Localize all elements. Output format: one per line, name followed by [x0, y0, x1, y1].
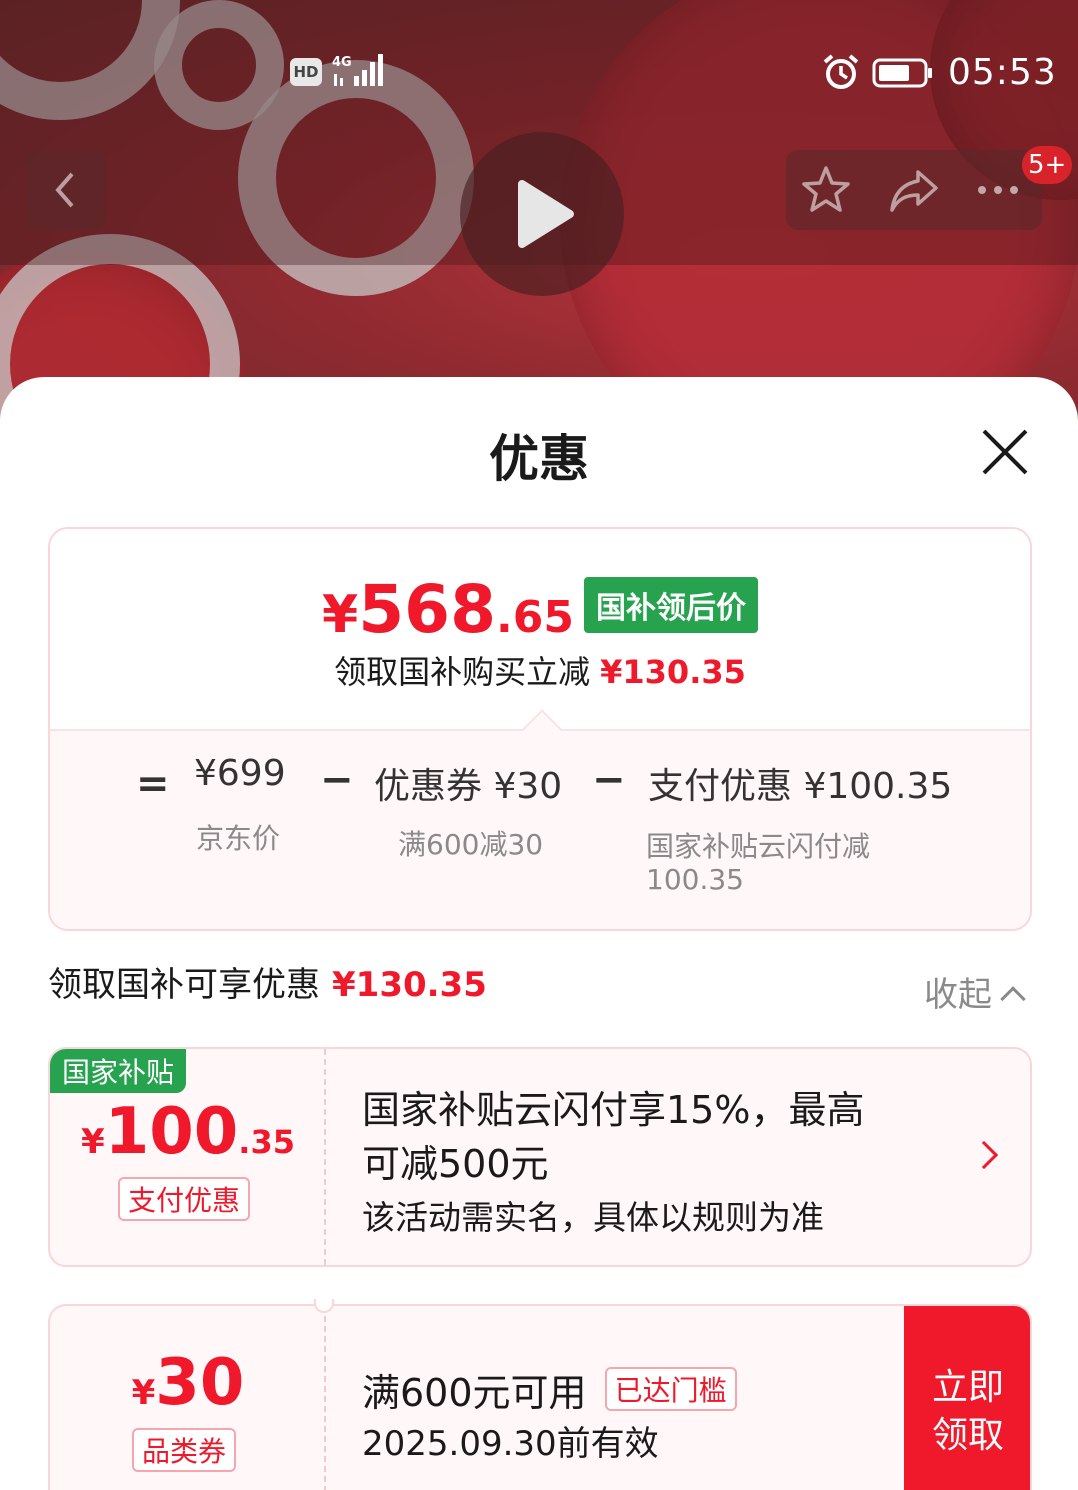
price-decimal: .65 [496, 592, 574, 643]
coupon-type-tag: 品类券 [132, 1428, 237, 1472]
claim-label-line-1: 立即 [931, 1367, 1004, 1408]
subsidy-offer-card[interactable]: 国家补贴 ¥100.35 支付优惠 国家补贴云闪付享15%，最高 可减500元 … [48, 1047, 1032, 1267]
offer-amount-integer: 100 [104, 1095, 239, 1169]
offer-amount: ¥100.35 [50, 1095, 326, 1169]
back-button[interactable] [26, 150, 106, 230]
offer-amount-decimal: .35 [238, 1123, 295, 1161]
offer-title: 国家补贴云闪付享15%，最高 可减500元 [362, 1083, 864, 1191]
star-icon[interactable] [798, 162, 854, 218]
offer-type-tag: 支付优惠 [118, 1177, 251, 1221]
play-video-button[interactable] [460, 132, 624, 296]
category-coupon-card: ¥30 品类券 满600元可用 已达门槛 2025.09.30前有效 立即 领取 [48, 1304, 1032, 1490]
claim-label-line-2: 领取 [931, 1415, 1004, 1456]
notification-badge: 5+ [1022, 146, 1073, 184]
collapse-button[interactable]: 收起 [924, 967, 1026, 1016]
status-bar: HD 4G 05:53 [0, 50, 1078, 100]
signal-icon: 4G [332, 54, 383, 86]
network-type-label: 4G [332, 55, 352, 70]
coupon-amount-integer: 30 [155, 1346, 245, 1420]
battery-icon [872, 58, 932, 88]
share-icon[interactable] [886, 162, 942, 218]
subsidy-price-tag: 国补领后价 [583, 577, 758, 633]
coupon-currency: ¥ [131, 1373, 156, 1413]
payment-discount-label: 国家补贴云闪付减 [646, 830, 871, 863]
threshold-reached-tag: 已达门槛 [604, 1367, 737, 1411]
more-icon[interactable] [970, 162, 1026, 218]
price-integer: 568 [358, 571, 496, 648]
clock-time: 05:53 [948, 52, 1057, 93]
section-title-amount: ¥130.35 [332, 965, 487, 1005]
coupon-amount-panel: ¥30 品类券 [50, 1306, 326, 1490]
offer-title-line-2: 可减500元 [362, 1142, 549, 1186]
coupon-condition: 满600元可用 已达门槛 [362, 1362, 737, 1417]
offer-title-line-1: 国家补贴云闪付享15%，最高 [362, 1088, 865, 1132]
final-price: ¥568.65 国补领后价 [50, 571, 1030, 648]
minus-sign: − [320, 757, 354, 803]
jd-price-value: ¥699 [194, 753, 286, 794]
back-arrow-icon [55, 172, 74, 208]
coupon-amount: ¥30 [50, 1346, 326, 1420]
price-summary-card: ¥568.65 国补领后价 领取国补购买立减 ¥130.35 = ¥699 京东价 … [48, 527, 1032, 931]
claim-coupon-button[interactable]: 立即 领取 [904, 1306, 1030, 1490]
alarm-icon [823, 54, 859, 89]
price-currency: ¥ [322, 585, 359, 645]
minus-sign: − [592, 757, 626, 803]
offer-currency: ¥ [81, 1122, 105, 1162]
chevron-up-icon [1000, 986, 1026, 1012]
offer-amount-panel: 国家补贴 ¥100.35 支付优惠 [50, 1049, 326, 1265]
equals-sign: = [136, 761, 170, 807]
coupon-condition-label: 满600元可用 [362, 1371, 587, 1415]
hd-indicator: HD [290, 58, 322, 86]
section-title: 领取国补可享优惠 ¥130.35 [48, 957, 487, 1006]
price-subtitle: 领取国补购买立减 ¥130.35 [50, 647, 1030, 693]
coupon-label: 满600减30 [398, 828, 544, 861]
chevron-right-icon [969, 1140, 999, 1170]
play-icon [518, 180, 574, 248]
payment-discount-value: 支付优惠 ¥100.35 [648, 766, 953, 807]
section-title-label: 领取国补可享优惠 [48, 965, 320, 1005]
jd-price-label: 京东价 [196, 822, 281, 855]
subsidy-corner-tag: 国家补贴 [50, 1049, 187, 1093]
coupon-validity: 2025.09.30前有效 [362, 1424, 659, 1464]
offer-description: 该活动需实名，具体以规则为准 [362, 1198, 824, 1237]
payment-discount-label-amount: 100.35 [646, 863, 744, 896]
close-icon[interactable] [978, 425, 1032, 479]
top-actions-group [786, 150, 1042, 230]
price-subtitle-label: 领取国补购买立减 [334, 653, 591, 691]
collapse-label: 收起 [924, 975, 992, 1015]
sheet-title: 优惠 [489, 430, 589, 488]
coupon-value: 优惠券 ¥30 [374, 766, 563, 807]
discount-sheet: 优惠 ¥568.65 国补领后价 领取国补购买立减 ¥130.35 = ¥699 京… [0, 377, 1078, 1490]
price-subtitle-amount: ¥130.35 [600, 653, 746, 691]
